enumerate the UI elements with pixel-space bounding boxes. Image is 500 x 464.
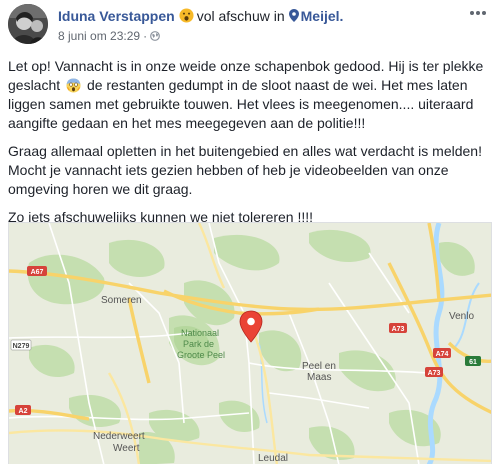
shield-a74: A74 [436,351,449,358]
more-options-icon[interactable] [468,6,488,20]
label-venlo: Venlo [449,311,474,322]
shield-a67: A67 [31,269,44,276]
frowning-face-emoji [179,8,194,23]
feeling-text: vol afschuw in [196,8,285,24]
shield-e34: 61 [469,359,477,366]
post-headline: Iduna Verstappen vol afschuw in Meijel. [58,7,343,25]
label-nederweert: Nederweert [93,431,145,442]
author-avatar[interactable] [8,4,48,44]
globe-icon[interactable] [150,30,160,41]
post-header: Iduna Verstappen vol afschuw in Meijel. … [8,4,492,48]
location-pin-icon [288,8,299,22]
author-name[interactable]: Iduna Verstappen [58,8,175,24]
label-peel-en-maas-2: Maas [307,372,331,383]
avatar-image [8,4,48,44]
label-np-3: Groote Peel [177,350,225,360]
post-paragraph-2: Graag allemaal opletten in het buitengeb… [8,143,482,197]
map-canvas: Someren Venlo Nationaal Park de Groote P… [9,223,491,464]
label-someren: Someren [101,295,142,306]
label-np-2: Park de [183,339,214,349]
shield-a73-north: A73 [392,326,405,333]
location-link[interactable]: Meijel. [301,8,344,24]
post-timestamp[interactable]: 8 juni om 23:29 [58,29,140,43]
shield-n279: N279 [13,343,30,350]
post-body: Let op! Vannacht is in onze weide onze s… [8,57,494,236]
post-paragraph-1: Let op! Vannacht is in onze weide onze s… [8,57,494,133]
post-meta: 8 juni om 23:29 · [58,29,160,43]
face-screaming-in-fear-emoji [66,78,81,93]
facebook-post: Iduna Verstappen vol afschuw in Meijel. … [0,0,500,464]
shield-a2: A2 [19,408,28,415]
label-leudal: Leudal [258,453,288,464]
location-map[interactable]: Someren Venlo Nationaal Park de Groote P… [8,222,492,464]
label-weert: Weert [113,443,140,454]
meta-separator: · [143,29,148,43]
label-np-1: Nationaal [181,328,219,338]
label-peel-en-maas-1: Peel en [302,361,336,372]
shield-a73-south: A73 [428,370,441,377]
